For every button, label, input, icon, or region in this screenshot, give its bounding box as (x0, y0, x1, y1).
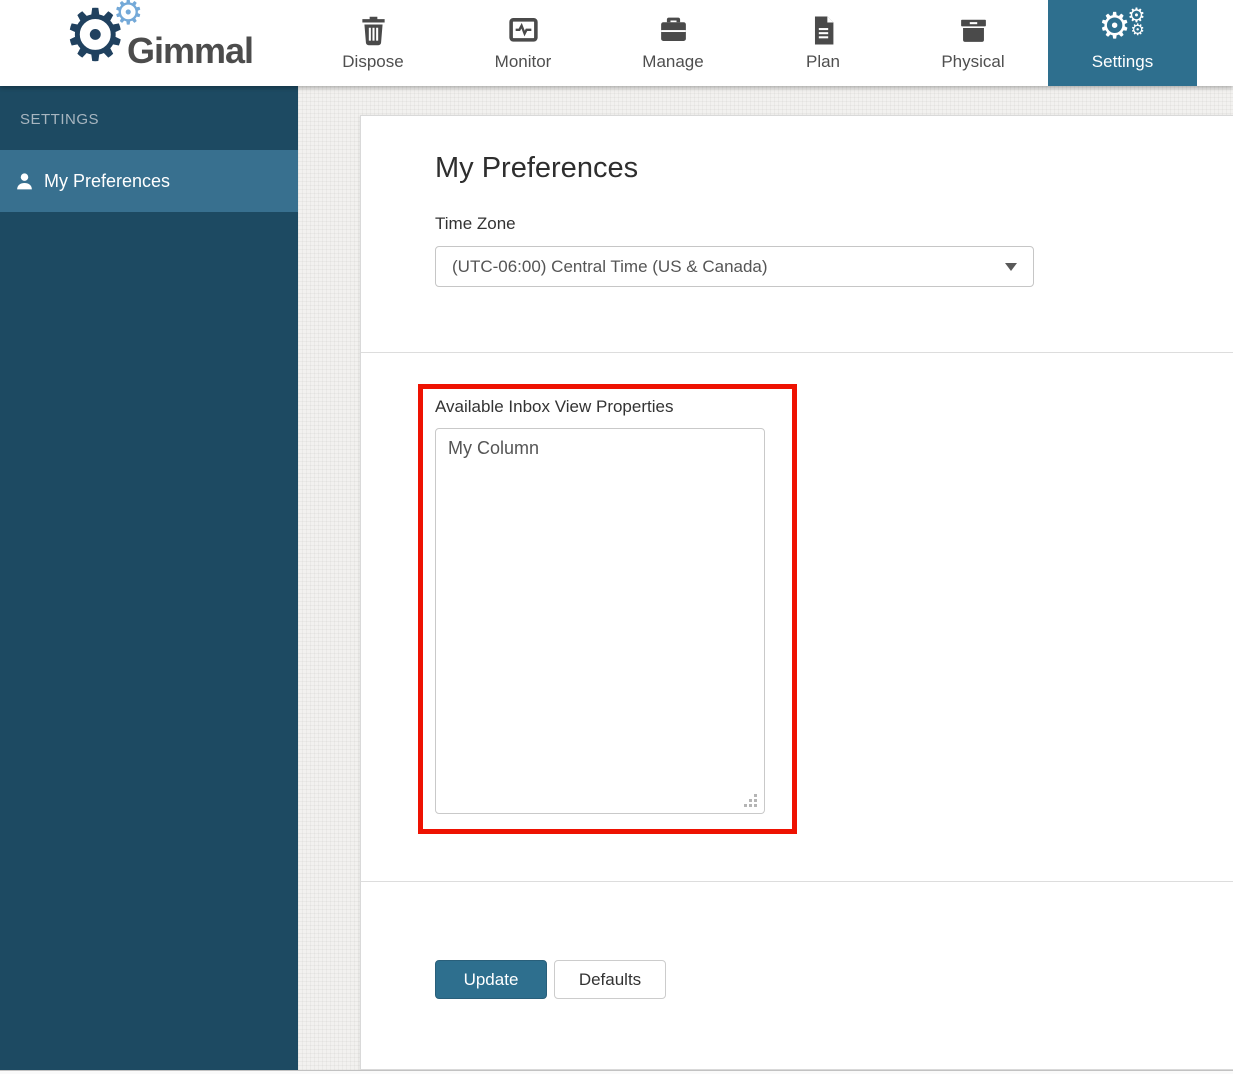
highlight-red-box: Available Inbox View Properties My Colum… (418, 384, 797, 834)
logo-small-gear-icon: ⚙ (113, 0, 144, 32)
dropdown-arrow-icon (1005, 263, 1017, 271)
brand-name: Gimmal (127, 30, 254, 71)
update-button[interactable]: Update (435, 960, 547, 999)
main-background: My Preferences Time Zone (UTC-06:00) Cen… (298, 86, 1233, 1074)
inbox-properties-label: Available Inbox View Properties (435, 397, 674, 416)
nav-label: Manage (642, 52, 704, 71)
nav-item-plan[interactable]: Plan (748, 0, 898, 86)
sidebar-item-my-preferences[interactable]: My Preferences (0, 150, 298, 212)
defaults-button[interactable]: Defaults (554, 960, 666, 999)
nav-label: Physical (941, 52, 1005, 71)
nav-label: Dispose (342, 52, 404, 71)
inbox-properties-listbox[interactable]: My Column (435, 428, 765, 814)
section-divider (361, 881, 1233, 882)
nav-item-settings[interactable]: ⚙ ⚙ ⚙ Settings (1048, 0, 1197, 86)
sidebar-section-header: SETTINGS (20, 111, 100, 128)
nav-strip: Dispose Monitor Manage Plan Physical ⚙ ⚙… (298, 0, 1197, 86)
nav-item-physical[interactable]: Physical (898, 0, 1048, 86)
time-zone-label: Time Zone (435, 214, 516, 233)
gear-large-icon: ⚙ (1098, 5, 1131, 46)
sidebar-item-label: My Preferences (44, 170, 171, 191)
gear-smaller-icon: ⚙ (1130, 22, 1145, 39)
list-item[interactable]: My Column (436, 429, 764, 468)
section-divider (361, 352, 1233, 353)
archive-box-icon (960, 19, 986, 42)
gears-icon: ⚙ ⚙ ⚙ (1097, 6, 1149, 47)
gimmal-logo[interactable]: ⚙ ⚙ Gimmal (63, 0, 254, 82)
resize-handle[interactable] (754, 804, 757, 807)
page-title: My Preferences (435, 152, 639, 184)
briefcase-icon (660, 17, 686, 41)
time-zone-selected-value: (UTC-06:00) Central Time (US & Canada) (452, 257, 768, 276)
monitor-icon (508, 17, 538, 42)
document-icon (814, 16, 833, 45)
top-navigation-bar: ⚙ ⚙ Gimmal Dispose Monitor Manage Plan P… (0, 0, 1233, 86)
nav-item-dispose[interactable]: Dispose (298, 0, 448, 86)
settings-sidebar: SETTINGS My Preferences (0, 86, 298, 1070)
nav-item-monitor[interactable]: Monitor (448, 0, 598, 86)
nav-item-manage[interactable]: Manage (598, 0, 748, 86)
preferences-panel: My Preferences Time Zone (UTC-06:00) Cen… (360, 115, 1233, 1070)
trash-icon (361, 16, 385, 46)
app-window: ⚙ ⚙ Gimmal Dispose Monitor Manage Plan P… (0, 0, 1233, 1074)
window-bottom-edge (0, 1070, 1233, 1074)
nav-label: Plan (805, 52, 841, 71)
time-zone-select[interactable]: (UTC-06:00) Central Time (US & Canada) (435, 246, 1034, 287)
person-icon (17, 172, 32, 189)
nav-label: Settings (1091, 52, 1154, 71)
nav-label: Monitor (494, 52, 552, 71)
